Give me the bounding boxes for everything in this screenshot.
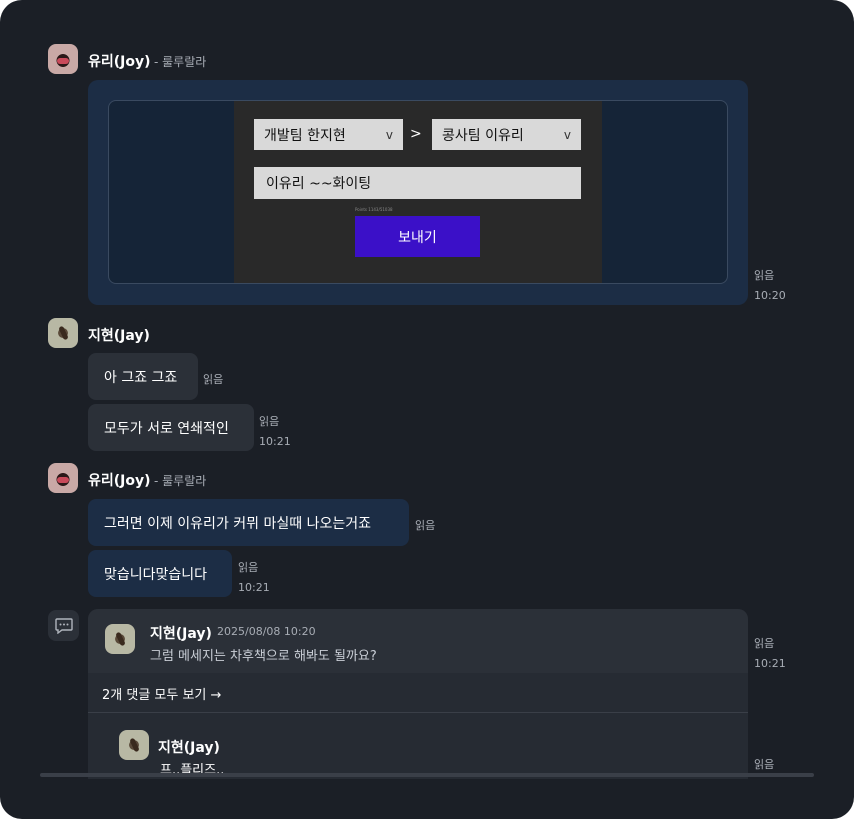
read-label: 읽음 xyxy=(238,561,259,574)
thread-timestamp: 2025/08/08 10:20 xyxy=(217,625,316,638)
message-bubble[interactable]: 아 그죠 그죠 xyxy=(88,353,198,400)
divider xyxy=(88,712,748,713)
read-label: 읽음 xyxy=(754,269,775,282)
avatar-jay[interactable] xyxy=(105,624,135,654)
message-bubble[interactable]: 맞습니다맞습니다 xyxy=(88,550,232,597)
chevron-down-icon: v xyxy=(385,127,393,142)
send-button-in-image: 보내기 xyxy=(355,216,480,257)
read-label: 읽음 xyxy=(754,637,775,650)
view-all-replies-link[interactable]: 2개 댓글 모두 보기 → xyxy=(102,684,221,703)
sender-name-joy[interactable]: 유리(Joy) xyxy=(88,51,151,71)
reply-author[interactable]: 지현(Jay) xyxy=(158,737,220,757)
read-meta: 읽음 10:21 xyxy=(754,634,786,674)
read-label: 읽음 xyxy=(203,373,224,386)
read-label: 읽음 xyxy=(415,519,436,532)
read-label: 읽음 xyxy=(259,415,280,428)
sender-status-joy: - 룰루랄라 xyxy=(154,474,207,488)
message-time: 10:21 xyxy=(754,657,786,670)
read-meta: 읽음 10:20 xyxy=(754,266,786,306)
read-meta: 읽음 10:21 xyxy=(238,558,270,598)
from-team-value: 개발팀 한지현 xyxy=(264,127,346,144)
message-time: 10:20 xyxy=(754,289,786,302)
message-time: 10:21 xyxy=(259,435,291,448)
avatar-jay[interactable] xyxy=(48,318,78,348)
read-meta: 읽음 xyxy=(754,755,774,775)
message-time: 10:21 xyxy=(238,581,270,594)
sender-name-joy[interactable]: 유리(Joy) xyxy=(88,470,151,490)
points-caption: Points 1143/51038 xyxy=(355,207,393,212)
read-label: 읽음 xyxy=(754,758,775,771)
thread-text: 그럼 메세지는 차후책으로 해봐도 될까요? xyxy=(150,649,377,664)
horizontal-scrollbar[interactable] xyxy=(40,773,814,777)
from-team-select: 개발팀 한지현 v xyxy=(254,119,403,150)
avatar-jay[interactable] xyxy=(119,730,149,760)
read-meta: 읽음 xyxy=(415,516,435,536)
to-team-select: 콩사팀 이유리 v xyxy=(432,119,581,150)
arrow-separator: > xyxy=(410,126,422,142)
message-field: 이유리 ~~화이팅 xyxy=(254,167,581,199)
chevron-down-icon: v xyxy=(563,127,571,142)
read-meta: 읽음 10:21 xyxy=(259,412,291,452)
chat-window: 유리(Joy) - 룰루랄라 개발팀 한지현 v > 콩사팀 이유리 v 이유리… xyxy=(0,0,854,819)
to-team-value: 콩사팀 이유리 xyxy=(442,127,524,144)
speech-bubble-icon xyxy=(48,610,79,641)
message-bubble[interactable]: 모두가 서로 연쇄적인 xyxy=(88,404,254,451)
sender-status-joy: - 룰루랄라 xyxy=(154,55,207,69)
read-meta: 읽음 xyxy=(203,370,223,390)
message-bubble[interactable]: 그러면 이제 이유리가 커뮈 마실때 나오는거죠 xyxy=(88,499,409,546)
thread-author[interactable]: 지현(Jay) xyxy=(150,623,212,643)
sender-name-jay[interactable]: 지현(Jay) xyxy=(88,325,150,345)
avatar-joy[interactable] xyxy=(48,44,78,74)
avatar-joy[interactable] xyxy=(48,463,78,493)
